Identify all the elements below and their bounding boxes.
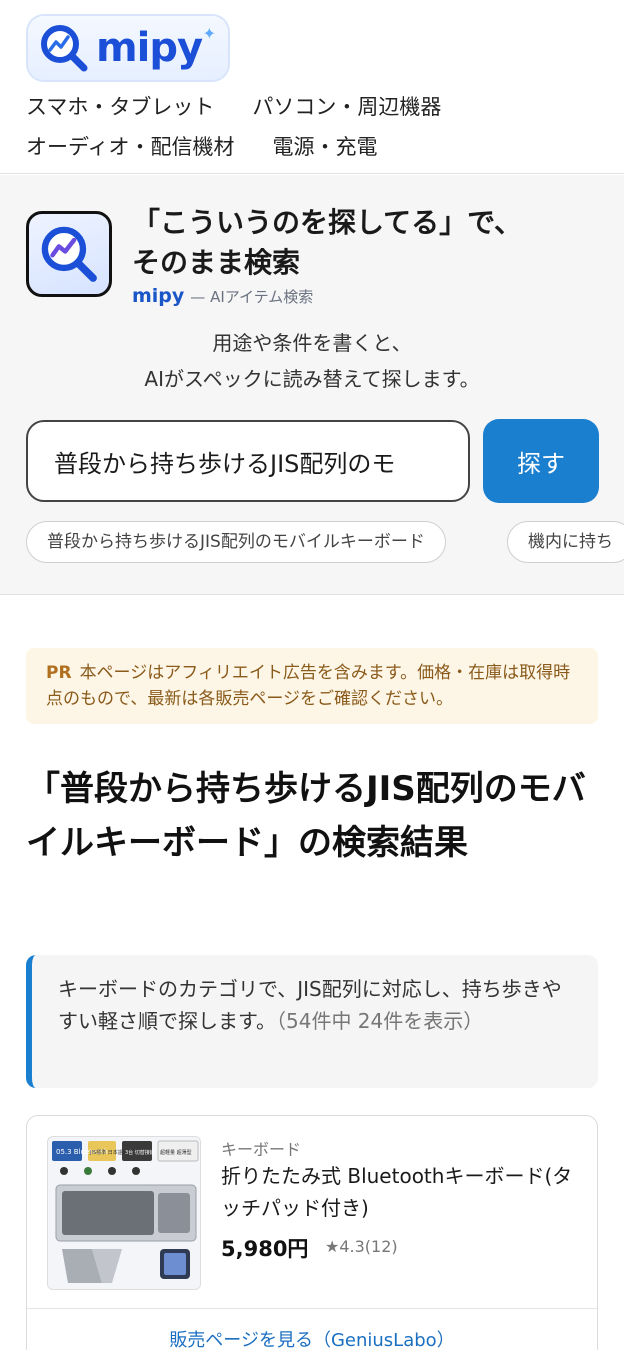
view-store-link[interactable]: 販売ページを見る（GeniusLabo） — [27, 1326, 597, 1350]
hero-title-line: 「こういうのを探してる」で、 — [132, 206, 523, 239]
app-icon — [26, 211, 112, 297]
keyboard-product-image: 05.3 Bluetooth JIS標準 日本語配列 3台 切替接続 超軽量 超… — [48, 1137, 200, 1289]
product-rating: ★4.3(12) — [325, 1237, 398, 1256]
product-price: 5,980円 — [221, 1237, 309, 1261]
suggestion-chip[interactable]: 機内に持ち — [507, 521, 624, 563]
nav-row: スマホ・タブレット パソコン・周辺機器 — [26, 86, 606, 126]
nav-link-pc-peripherals[interactable]: パソコン・周辺機器 — [252, 91, 441, 121]
nav-link-smartphone-tablet[interactable]: スマホ・タブレット — [26, 91, 214, 121]
mipy-logo[interactable]: mipy ✦ — [28, 16, 228, 80]
nav-link-power-charging[interactable]: 電源・充電 — [273, 131, 378, 161]
pr-badge: PR — [46, 663, 72, 683]
thumb-badge: 3台 切替接続 — [125, 1149, 155, 1156]
search-button[interactable]: 探す — [483, 419, 599, 503]
brand-subtitle: — AIアイテム検索 — [190, 288, 314, 306]
brand-name: mipy — [132, 285, 185, 307]
magnifier-chart-icon — [41, 226, 97, 282]
hero-brand: mipy — AIアイテム検索 — [132, 285, 313, 307]
nav-row: オーディオ・配信機材 電源・充電 — [26, 126, 606, 166]
product-name[interactable]: 折りたたみ式 Bluetoothキーボード(タッチパッド付き) — [221, 1160, 581, 1224]
card-divider — [27, 1308, 597, 1309]
suggestion-chips: 普段から持ち歩けるJIS配列のモバイルキーボード 機内に持ち — [26, 521, 624, 565]
result-count: （54件中 24件を表示） — [276, 1009, 484, 1033]
results-title: 「普段から持ち歩けるJIS配列のモバイルキーボード」の検索結果 — [26, 769, 586, 863]
search-hero: 「こういうのを探してる」で、 そのまま検索 mipy — AIアイテム検索 用途や… — [0, 175, 624, 595]
affiliate-notice: PR 本ページはアフィリエイト広告を含みます。価格・在庫は取得時点のもので、最新は… — [26, 648, 598, 724]
suggestion-chip[interactable]: 普段から持ち歩けるJIS配列のモバイルキーボード — [26, 521, 446, 563]
notice-text: 本ページはアフィリエイト広告を含みます。価格・在庫は取得時点のもので、最新は各販… — [46, 663, 571, 709]
product-card[interactable]: 05.3 Bluetooth JIS標準 日本語配列 3台 切替接続 超軽量 超… — [26, 1115, 598, 1350]
thumb-badge: 超軽量 超薄型 — [160, 1149, 192, 1156]
hero-title: 「こういうのを探してる」で、 そのまま検索 — [132, 203, 592, 283]
sparkle-icon: ✦ — [202, 24, 216, 43]
hero-description: 用途や条件を書くと、 AIがスペックに読み替えて探します。 — [0, 325, 624, 397]
category-nav: スマホ・タブレット パソコン・周辺機器 オーディオ・配信機材 電源・充電 — [26, 86, 606, 166]
search-interpretation-box: キーボードのカテゴリで、JIS配列に対応し、持ち歩きやすい軽さ順で探します。（5… — [26, 955, 598, 1088]
hero-title-line: そのまま検索 — [132, 246, 301, 279]
product-thumbnail[interactable]: 05.3 Bluetooth JIS標準 日本語配列 3台 切替接続 超軽量 超… — [47, 1136, 201, 1290]
hero-desc-line: 用途や条件を書くと、 — [212, 331, 412, 355]
magnifier-chart-icon — [41, 25, 88, 72]
site-header: mipy ✦ スマホ・タブレット パソコン・周辺機器 オーディオ・配信機材 電源… — [0, 0, 624, 174]
hero-desc-line: AIがスペックに読み替えて探します。 — [144, 367, 480, 391]
product-category: キーボード — [221, 1140, 302, 1159]
nav-link-audio-streaming[interactable]: オーディオ・配信機材 — [26, 131, 235, 161]
logo-text: mipy — [96, 25, 203, 71]
search-input[interactable] — [26, 420, 470, 502]
